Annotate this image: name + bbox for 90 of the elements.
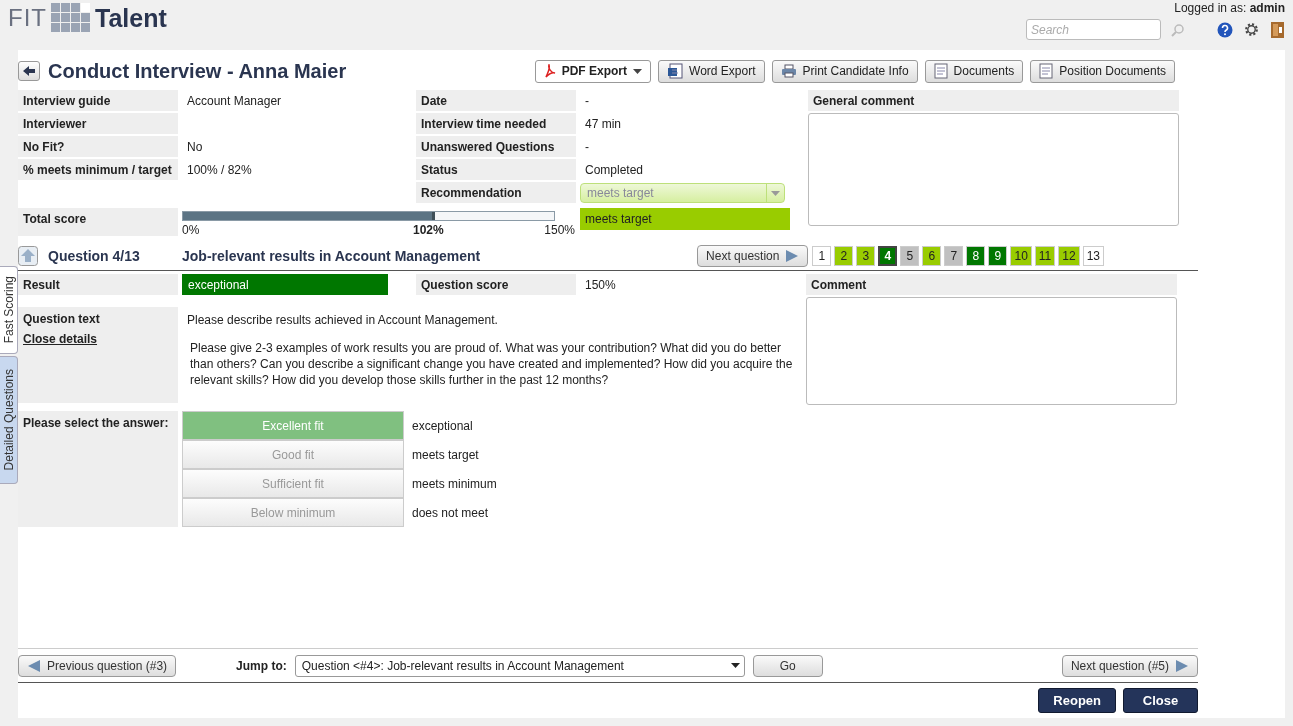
field-value: 47 min <box>584 116 623 133</box>
caret-icon <box>771 190 780 196</box>
next-question-button[interactable]: Next question <box>697 244 809 267</box>
question-number[interactable]: 3 <box>856 245 876 266</box>
field-value: 150% <box>584 277 617 294</box>
back-button[interactable] <box>18 61 40 81</box>
logged-in-text: Logged in as: admin <box>1174 1 1285 15</box>
field-label: No Fit? <box>18 136 178 157</box>
toolbar-button[interactable]: Position Documents <box>1030 59 1175 83</box>
answer-meaning: does not meet <box>412 505 489 520</box>
comment-field[interactable] <box>806 297 1177 405</box>
field-label: Recommendation <box>416 182 576 203</box>
field-label: Question text <box>23 312 101 326</box>
question-number[interactable]: 13 <box>1082 245 1104 266</box>
toolbar-button[interactable]: Documents <box>924 59 1024 83</box>
score-result: meets target <box>580 208 790 230</box>
question-number[interactable]: 4 <box>878 245 898 266</box>
next-question-button[interactable]: Next question (#5) <box>1061 654 1198 677</box>
right-arrow-icon <box>785 248 800 263</box>
left-arrow-icon <box>22 65 36 77</box>
question-title: Job-relevant results in Account Management <box>182 247 482 264</box>
scale-label: 150% <box>544 223 575 237</box>
right-arrow-icon <box>1175 658 1189 673</box>
document-icon <box>667 63 684 79</box>
field-value: - <box>584 139 590 156</box>
question-lead: Please describe results achieved in Account Management. <box>187 312 499 328</box>
field-label: Interview time needed <box>416 113 576 134</box>
document-icon <box>933 63 948 79</box>
question-number[interactable]: 1 <box>812 245 832 266</box>
scale-label: 0% <box>182 223 200 237</box>
field-value: Completed <box>584 162 645 179</box>
action-button[interactable]: Close <box>1123 688 1198 713</box>
previous-question-button[interactable]: Previous question (#3) <box>18 654 177 677</box>
document-icon <box>1039 63 1054 79</box>
field-value: - <box>584 93 590 110</box>
field-label: General comment <box>808 90 1179 111</box>
toolbar-button[interactable]: PDF Export <box>534 59 652 83</box>
field-label: Result <box>18 274 178 295</box>
go-button[interactable]: Go <box>752 654 823 677</box>
side-tab[interactable]: Detailed Questions <box>0 356 18 484</box>
toolbar-button[interactable]: Word Export <box>658 59 765 83</box>
caret-icon <box>730 663 740 668</box>
field-value: Account Manager <box>186 93 283 110</box>
question-number[interactable]: 7 <box>944 245 964 266</box>
field-value: 100% / 82% <box>186 162 253 179</box>
question-number[interactable]: 12 <box>1058 245 1080 266</box>
question-counter: Question 4/13 <box>48 247 141 264</box>
search-field[interactable]: Search <box>1026 19 1161 40</box>
question-number[interactable]: 6 <box>922 245 942 266</box>
close-details-link[interactable]: Close details <box>23 332 98 346</box>
question-body: Please give 2-3 examples of work results you are proud of. What was your contribution? What did you do better than others? Can you describe a significant change you have created and implemented? How did you acquire the relevant skills? How did you develop those skills further in the past 12 months? <box>189 340 794 388</box>
printer-icon <box>780 64 797 78</box>
field-label: Interview guide <box>18 90 178 111</box>
field-label: Question score <box>416 274 576 295</box>
settings-icon[interactable] <box>1243 21 1260 38</box>
action-button[interactable]: Reopen <box>1038 688 1116 713</box>
logo-grid-icon <box>51 3 91 33</box>
field-label: Comment <box>806 274 1177 295</box>
question-number[interactable]: 5 <box>900 245 920 266</box>
answer-meaning: exceptional <box>412 418 473 433</box>
toolbar-button[interactable]: Print Candidate Info <box>771 59 918 83</box>
caret-icon <box>633 68 643 74</box>
field-label: Total score <box>18 208 178 236</box>
field-label: Unanswered Questions <box>416 136 576 157</box>
field-label: Status <box>416 159 576 180</box>
question-number[interactable]: 2 <box>834 245 854 266</box>
logo-text: FIT <box>8 4 47 32</box>
question-number[interactable]: 8 <box>966 245 986 266</box>
door-icon[interactable] <box>1270 20 1285 39</box>
field-label: % meets minimum / target <box>18 159 178 180</box>
scale-label: 102% <box>412 223 444 237</box>
side-tab[interactable]: Fast Scoring <box>0 266 18 354</box>
logo-text: Talent <box>95 3 167 33</box>
jump-dropdown[interactable]: Question <#4>: Job-relevant results in Account Management <box>294 654 745 677</box>
jump-label: Jump to: <box>236 658 287 673</box>
question-number[interactable]: 9 <box>988 245 1008 266</box>
page-title: Conduct Interview - Anna Maier <box>48 59 348 83</box>
help-icon[interactable] <box>1217 21 1233 38</box>
answer-meaning: meets minimum <box>412 476 497 491</box>
comment-field[interactable] <box>808 113 1179 226</box>
field-label: Date <box>416 90 576 111</box>
question-number[interactable]: 11 <box>1034 245 1056 266</box>
pdf-icon <box>543 64 556 78</box>
field-label: Please select the answer: <box>23 416 170 430</box>
field-value: No <box>186 139 204 156</box>
left-arrow-icon <box>27 658 41 673</box>
answer-meaning: meets target <box>412 447 479 462</box>
field-label: Interviewer <box>18 113 178 134</box>
question-number[interactable]: 10 <box>1010 245 1032 266</box>
result-value: exceptional <box>182 274 388 295</box>
